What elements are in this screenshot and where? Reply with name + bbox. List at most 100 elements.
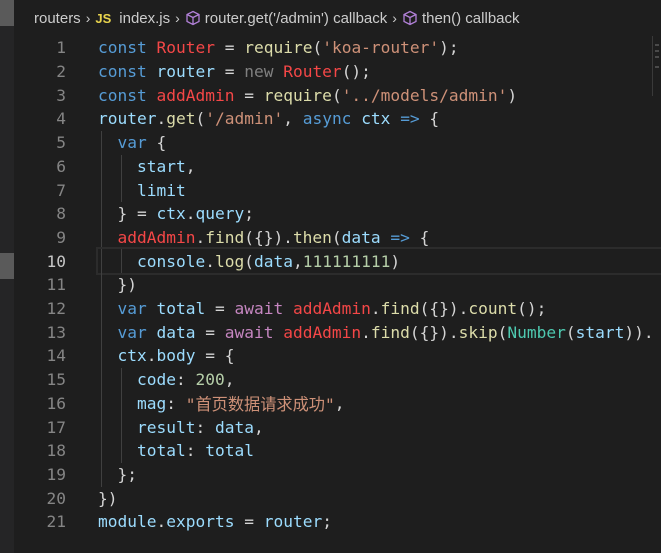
code-text: addAdmin. find ({}). then(data => { [98,226,661,250]
code-token: . [146,346,157,366]
code-line[interactable]: 1 const Router = require('koa-router'); [14,36,661,60]
code-token: new [244,62,284,82]
code-token: total [205,441,254,461]
breadcrumb-symbol-router-get[interactable]: router.get('/admin') callback [185,10,387,27]
code-editor[interactable]: 1 const Router = require('koa-router'); 2 c… [14,36,661,553]
line-number: 2 [56,62,66,82]
code-token: : [166,393,186,413]
code-token: ) [390,251,401,271]
code-token: query [195,204,245,224]
code-token: { [409,227,430,247]
breadcrumb: routers › JS index.js › router.get('/adm… [14,0,661,36]
breadcrumb-file[interactable]: JS index.js [95,10,170,27]
code-text: result: data, [98,415,661,439]
code-line[interactable]: 4 router. get('/admin', async ctx => { [14,107,661,131]
code-token: const [98,62,157,82]
code-token: addAdmin [156,85,235,105]
code-token: : [175,370,196,390]
code-token: start [575,322,625,342]
code-line[interactable]: 20}) [14,486,661,510]
code-token: Number [507,322,566,342]
code-line[interactable]: 3 const addAdmin = require('../models/adm… [14,83,661,107]
code-token: ( [497,322,508,342]
code-token: ({}). [244,227,293,247]
code-token: ( [312,38,323,58]
line-number: 1 [56,38,66,58]
code-text: console. log(data, 111111111) [96,247,661,275]
code-text: start, [98,155,661,179]
code-token: ( [244,251,254,271]
code-token: } = [98,204,157,224]
code-line[interactable]: 7 limit [14,178,661,203]
code-line[interactable]: 9 addAdmin. find ({}). then(data => { [14,225,661,250]
code-token: }; [98,464,137,484]
code-token: }) [98,275,137,295]
code-text: const router = new Router (); [98,60,661,84]
code-token: await [224,322,284,342]
code-text: mag: "首页数据请求成功", [98,392,661,416]
code-line[interactable]: 15 code: 200, [14,367,661,392]
code-line[interactable]: 17 result: data, [14,415,661,440]
code-token: limit [136,180,186,200]
code-token: total [156,299,206,319]
code-token: require [263,85,332,105]
code-token: addAdmin [283,322,362,342]
code-line[interactable]: 19 }; [14,462,661,487]
code-token: get [166,109,196,129]
code-token: ( [331,227,342,247]
code-token: { [419,109,440,129]
code-token: result [136,417,196,437]
minimap[interactable] [652,36,661,96]
chevron-right-icon: › [175,10,180,26]
code-token: )). [624,322,661,342]
code-line[interactable]: 11 }) [14,273,661,297]
code-text: var { [98,131,661,155]
code-line[interactable]: 16 mag: "首页数据请求成功", [14,391,661,416]
code-token: . [205,251,215,271]
code-line[interactable]: 14 ctx. body = { [14,344,661,369]
code-token: }) [98,488,118,508]
code-line[interactable]: 6 start, [14,154,661,179]
code-line[interactable]: 2 const router = new Router (); [14,60,661,84]
code-token: count [468,299,518,319]
code-token: ); [439,38,459,58]
code-token: router [156,62,215,82]
line-number: 4 [56,109,66,129]
breadcrumb-folder[interactable]: routers [34,10,81,27]
code-line[interactable]: 21 module. exports = router; [14,510,661,534]
activity-bar [0,0,14,553]
line-number: 14 [46,346,67,366]
code-token: , [283,109,303,129]
code-line[interactable]: 10 console. log(data, 111111111) [14,247,661,275]
line-number: 20 [46,488,67,508]
code-token: '../models/admin' [341,85,508,105]
code-token: data [156,322,196,342]
code-token: = [234,512,264,532]
code-text: module. exports = router; [98,510,661,534]
code-line[interactable]: 5 var { [14,130,661,155]
code-token: router [98,109,157,129]
code-token: ( [331,85,342,105]
code-token: var [117,322,157,342]
line-number: 5 [56,133,66,153]
code-token: total [136,441,186,461]
code-token: , [185,156,196,176]
activity-item-active[interactable] [0,253,14,279]
code-line[interactable]: 13 var data = await addAdmin. find ({}). sk… [14,320,661,345]
line-number: 9 [56,227,66,247]
code-line[interactable]: 8 } = ctx. query; [14,201,661,226]
activity-item-top[interactable] [0,0,14,26]
code-token: , [334,393,345,413]
code-token: ctx [156,204,186,224]
code-token: ( [565,322,576,342]
breadcrumb-symbol-then[interactable]: then() callback [402,10,520,27]
code-token: Router [283,62,342,82]
code-token: require [244,38,313,58]
code-token: , [224,370,235,390]
code-line[interactable]: 12 var total = await addAdmin. find ({}). c… [14,296,661,321]
code-line[interactable]: 18 total: total [14,438,661,463]
